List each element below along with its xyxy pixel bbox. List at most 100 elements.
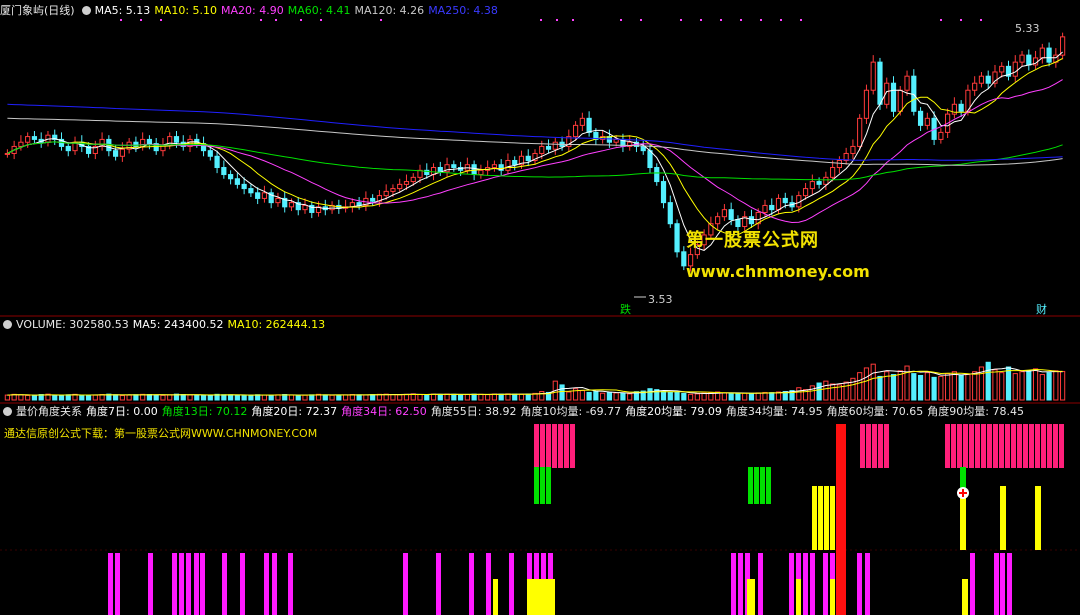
volume-bar [863, 367, 870, 401]
volume-bar [809, 385, 815, 401]
volume-bar [525, 393, 531, 401]
candle [241, 183, 247, 190]
volume-bar [1053, 370, 1059, 401]
indicator-settings-icon[interactable] [3, 406, 12, 416]
settings-circle-icon[interactable] [81, 5, 91, 15]
volume-bar [356, 394, 362, 401]
candle [870, 61, 876, 91]
ma120-label: MA120: 4.26 [354, 4, 425, 17]
volume-bar [25, 394, 31, 401]
volume-bar [938, 375, 944, 401]
candle [647, 150, 653, 169]
volume-bar [694, 393, 700, 401]
volume-bar [735, 393, 741, 401]
signal-bar [540, 467, 545, 504]
vol-angle34-label: 角度34均量: 74.95 [725, 405, 823, 418]
volume-bar [52, 394, 58, 401]
volume-bar [586, 391, 592, 401]
vol-angle20-label: 角度20均量: 79.09 [625, 405, 722, 418]
volume-bar [403, 393, 410, 401]
volume-bar [958, 374, 964, 401]
signal-bar [1035, 486, 1041, 550]
signal-bar [108, 553, 113, 615]
volume-bar [485, 394, 491, 401]
signal-bar [527, 579, 555, 615]
volume-bar [228, 394, 234, 401]
volume-bar [769, 392, 775, 401]
candle [667, 202, 673, 225]
volume-bar [65, 394, 71, 401]
vol-angle60-label: 角度60均量: 70.65 [826, 405, 924, 418]
signal-bar [796, 579, 801, 615]
signal-bar [823, 553, 828, 615]
volume-bar [397, 394, 403, 401]
signal-bar [747, 579, 755, 615]
volume-bar [877, 375, 883, 401]
signal-bar [1011, 424, 1016, 468]
signal-dot [720, 19, 722, 21]
volume-bar [687, 393, 694, 401]
candle [613, 138, 619, 143]
candle [383, 190, 389, 197]
volume-bar [261, 394, 268, 401]
signal-bar [564, 424, 569, 468]
candle [397, 183, 403, 190]
signal-dot [640, 19, 642, 21]
volume-bar [498, 393, 504, 401]
volume-bar [816, 382, 822, 401]
signal-bar [993, 424, 998, 468]
watermark-title: 第一股票公式网 [686, 230, 819, 251]
signal-bar [1000, 553, 1005, 615]
candle [65, 145, 71, 152]
volume-bar [160, 394, 166, 401]
indicator-title: 量价角度关系 [16, 405, 82, 418]
volume-ma5-line [7, 367, 1063, 396]
signal-bar [540, 424, 545, 468]
candle [654, 167, 660, 183]
signal-bar [962, 579, 968, 615]
volume-bar [309, 394, 315, 401]
volume-bar [302, 394, 308, 401]
signal-dot [780, 19, 782, 21]
volume-bar [31, 395, 38, 401]
stock-chart[interactable] [0, 0, 1080, 615]
signal-bar [951, 424, 956, 468]
signal-bar [731, 553, 736, 615]
signal-dot [680, 19, 682, 21]
signal-bar [970, 553, 975, 615]
candle [877, 61, 883, 105]
signal-bar [754, 467, 759, 504]
angle7-label: 角度7日: 0.00 [86, 405, 158, 418]
signal-bar [810, 553, 815, 615]
volume-bar [579, 390, 585, 401]
volume-bar [4, 394, 10, 401]
volume-bar [890, 374, 897, 401]
volume-bar [207, 394, 213, 401]
signal-bar [818, 486, 823, 550]
volume-bar [234, 394, 240, 401]
volume-settings-icon[interactable] [3, 319, 12, 329]
signal-bar [860, 424, 865, 468]
signal-bar [272, 553, 277, 615]
volume-bar [167, 394, 173, 401]
candle [255, 192, 261, 199]
signal-bar [570, 424, 575, 468]
signal-bar [264, 553, 269, 615]
signal-bar [758, 553, 763, 615]
candle [133, 141, 139, 147]
signal-bar [1005, 424, 1010, 468]
signal-bar [1041, 424, 1046, 468]
volume-bar [153, 394, 159, 401]
candle [221, 167, 227, 176]
candle [904, 75, 910, 91]
signal-bar [789, 553, 794, 615]
volume-bar [701, 392, 707, 401]
signal-bar [975, 424, 980, 468]
signal-bar [240, 553, 245, 615]
angle34-label: 角度34日: 62.50 [341, 405, 427, 418]
signal-bar [830, 579, 835, 615]
volume-bar [79, 394, 85, 401]
volume-bar [951, 371, 957, 401]
signal-bar [1053, 424, 1058, 468]
signal-dot [740, 19, 742, 21]
